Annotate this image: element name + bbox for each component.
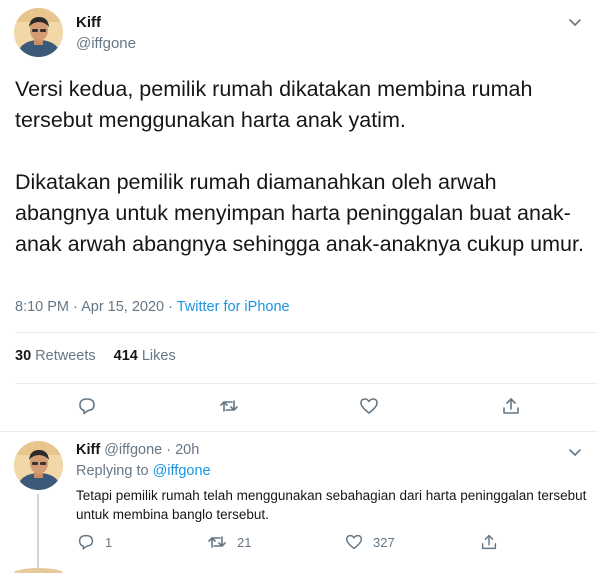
chevron-down-icon[interactable] [567,14,583,30]
retweets-count: 30 [15,348,32,364]
replying-to: Replying to @iffgone [76,463,211,479]
reply-header: Kiff @iffgone · 20h [76,442,199,458]
tweet-source-link[interactable]: Twitter for iPhone [177,299,290,315]
tweet-timestamp: 8:10 PM · Apr 15, 2020 · Twitter for iPh… [15,299,290,315]
likes-stat[interactable]: 414 Likes [114,348,176,364]
like-icon[interactable] [358,395,380,417]
author-handle[interactable]: @iffgone [76,35,136,52]
author-name[interactable]: Kiff [76,442,100,458]
share-button[interactable] [479,531,499,553]
reply-count: 1 [105,534,113,550]
retweet-button[interactable]: 21 [206,531,251,553]
replying-label: Replying to [76,463,153,479]
author-name[interactable]: Kiff [76,14,101,31]
mention-link[interactable]: @iffgone [153,463,211,479]
likes-label: Likes [141,348,176,364]
retweet-icon[interactable] [218,395,240,417]
tweet-separator [0,431,598,432]
reply-icon[interactable] [76,395,98,417]
retweets-stat[interactable]: 30 Retweets [15,348,96,364]
divider [15,383,598,384]
share-icon [481,534,497,550]
like-icon [346,534,362,550]
tweet-time[interactable]: · 20h [166,442,199,458]
like-button[interactable]: 327 [344,531,395,553]
chevron-down-icon[interactable] [567,444,583,460]
tweet-text: Tetapi pemilik rumah telah menggunakan s… [76,488,587,522]
likes-count: 414 [113,348,138,364]
like-count: 327 [373,534,395,550]
retweet-count: 21 [237,534,252,550]
reply-icon [78,534,94,550]
tweet-stats: 30 Retweets 414 Likes [15,348,176,364]
retweets-label: Retweets [35,348,96,364]
avatar [14,568,63,573]
avatar[interactable] [14,8,63,57]
tweet-time[interactable]: 8:10 PM · Apr 15, 2020 · [15,299,177,315]
share-icon[interactable] [500,395,522,417]
thread-line [37,494,39,573]
reply-button[interactable]: 1 [76,531,112,553]
author-handle[interactable]: @iffgone [104,442,162,458]
tweet-text: Versi kedua, pemilik rumah dikatakan mem… [15,77,584,256]
avatar[interactable] [14,441,63,490]
divider [15,332,598,333]
retweet-icon [208,536,226,548]
